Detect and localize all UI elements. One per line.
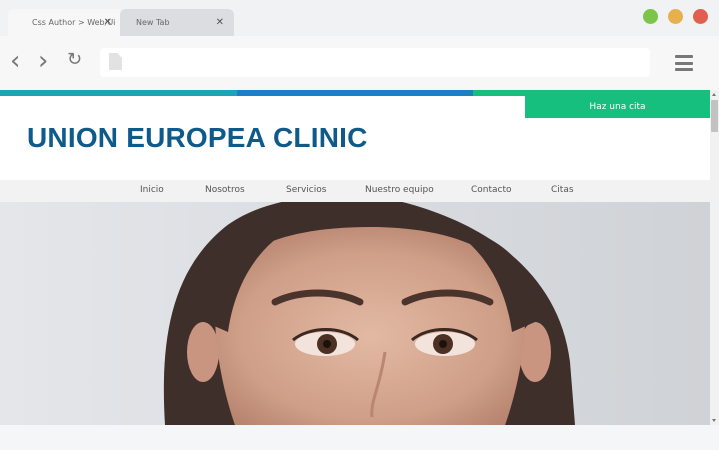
- brand-stripe-teal: [0, 90, 237, 96]
- page-icon: [109, 53, 122, 70]
- nav-item-citas[interactable]: Citas: [551, 185, 574, 195]
- maximize-window-button[interactable]: [668, 9, 683, 24]
- nav-item-inicio[interactable]: Inicio: [140, 185, 164, 195]
- main-nav: Inicio Nosotros Servicios Nuestro equipo…: [0, 180, 710, 202]
- tab-css-author[interactable]: Css Author > Web/Ui ✕: [8, 9, 122, 36]
- nav-item-servicios[interactable]: Servicios: [286, 185, 326, 195]
- close-window-button[interactable]: [693, 9, 708, 24]
- close-icon[interactable]: ✕: [104, 17, 112, 28]
- back-arrow-icon[interactable]: ‹: [10, 46, 20, 76]
- hero-image: [0, 202, 710, 425]
- nav-item-nosotros[interactable]: Nosotros: [205, 185, 245, 195]
- brand-stripe-blue: [237, 90, 473, 96]
- nav-item-nuestro-equipo[interactable]: Nuestro equipo: [365, 185, 434, 195]
- woman-portrait-image: [163, 202, 575, 425]
- scroll-up-icon[interactable]: [712, 93, 716, 96]
- scroll-thumb[interactable]: [711, 100, 718, 132]
- web-page: Haz una cita UNION EUROPEA CLINIC Inicio…: [0, 90, 710, 425]
- tab-label: New Tab: [136, 18, 170, 27]
- browser-bottom-edge: [0, 425, 719, 450]
- nav-item-contacto[interactable]: Contacto: [471, 185, 512, 195]
- browser-toolbar: ‹ › ↻: [0, 36, 719, 90]
- site-title: UNION EUROPEA CLINIC: [27, 122, 368, 153]
- scroll-down-icon[interactable]: [712, 419, 716, 422]
- close-icon[interactable]: ✕: [216, 17, 224, 28]
- tab-new-tab[interactable]: New Tab ✕: [120, 9, 234, 36]
- browser-tab-strip: Css Author > Web/Ui ✕ New Tab ✕: [0, 0, 719, 36]
- forward-arrow-icon[interactable]: ›: [38, 46, 48, 76]
- hamburger-menu-icon[interactable]: [675, 55, 693, 71]
- address-bar[interactable]: [100, 48, 650, 77]
- reload-icon[interactable]: ↻: [67, 49, 82, 70]
- book-appointment-button[interactable]: Haz una cita: [525, 96, 710, 118]
- page-scrollbar[interactable]: [710, 90, 719, 425]
- minimize-window-button[interactable]: [643, 9, 658, 24]
